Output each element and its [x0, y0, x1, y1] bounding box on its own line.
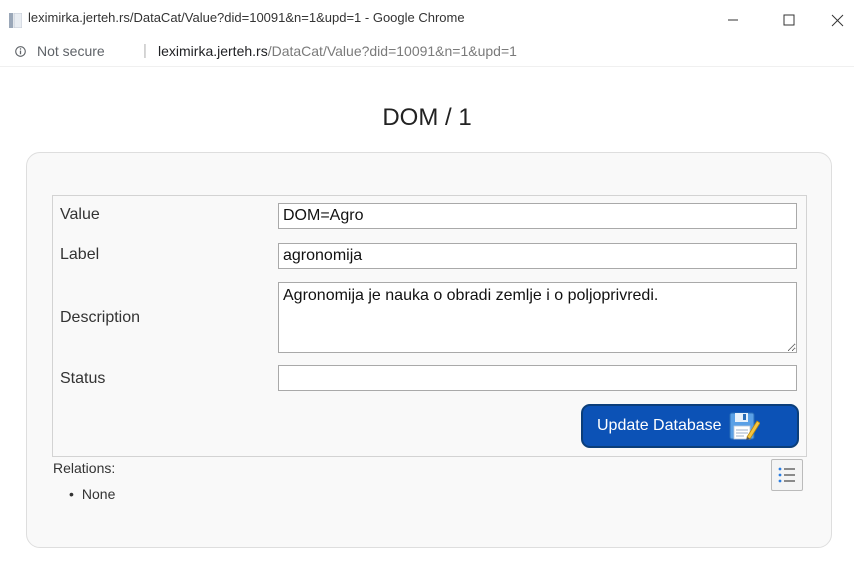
content-panel: Value Label Description Agronomija je na… — [26, 152, 832, 548]
relations-list: • None — [69, 486, 115, 502]
url-path: /DataCat/Value?did=10091&n=1&upd=1 — [267, 43, 517, 59]
close-icon — [831, 14, 843, 26]
minimize-icon — [728, 19, 738, 21]
close-button[interactable] — [814, 6, 854, 34]
description-textarea[interactable]: Agronomija je nauka o obradi zemlje i o … — [278, 282, 797, 353]
url-text[interactable]: leximirka.jerteh.rs/DataCat/Value?did=10… — [158, 43, 517, 59]
description-label: Description — [60, 309, 141, 326]
list-icon — [778, 467, 795, 483]
value-input[interactable] — [278, 203, 797, 229]
relations-heading: Relations: — [53, 460, 116, 476]
value-form: Value Label Description Agronomija je na… — [52, 195, 807, 457]
label-label: Label — [60, 246, 100, 263]
value-label: Value — [60, 206, 100, 223]
list-item: • None — [69, 486, 115, 502]
label-input[interactable] — [278, 243, 797, 269]
maximize-icon — [783, 14, 795, 26]
update-database-button[interactable]: Update Database — [581, 404, 799, 448]
bullet-icon: • — [69, 486, 74, 502]
list-view-button[interactable] — [771, 459, 803, 491]
address-separator: | — [143, 42, 147, 59]
window-title: leximirka.jerteh.rs/DataCat/Value?did=10… — [28, 10, 465, 25]
status-input[interactable] — [278, 365, 797, 391]
page-favicon-icon — [9, 13, 22, 28]
status-label: Status — [60, 370, 106, 387]
security-label[interactable]: Not secure — [37, 43, 105, 59]
maximize-button[interactable] — [766, 6, 812, 34]
minimize-button[interactable] — [710, 6, 756, 34]
url-host: leximirka.jerteh.rs — [158, 43, 268, 59]
update-database-label: Update Database — [597, 417, 722, 434]
info-icon[interactable] — [15, 46, 26, 57]
relation-item-label: None — [81, 486, 116, 502]
browser-window: leximirka.jerteh.rs/DataCat/Value?did=10… — [0, 0, 854, 567]
address-bar[interactable]: Not secure | leximirka.jerteh.rs/DataCat… — [0, 40, 854, 67]
page-title: DOM / 1 — [382, 104, 472, 131]
title-bar: leximirka.jerteh.rs/DataCat/Value?did=10… — [0, 0, 854, 40]
save-edit-icon — [729, 412, 760, 440]
